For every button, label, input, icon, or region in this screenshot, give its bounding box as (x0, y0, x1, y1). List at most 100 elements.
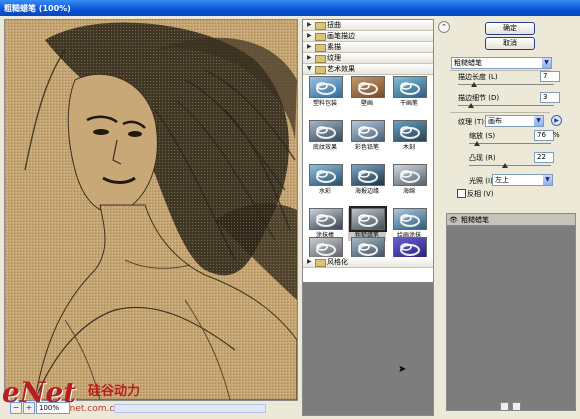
preview-horizontal-scrollbar[interactable] (114, 404, 266, 413)
preview-image (5, 20, 297, 400)
folder-icon (315, 55, 326, 63)
thumbnail-image (349, 206, 387, 232)
stroke-length-input[interactable]: 7 (540, 71, 560, 82)
chevron-down-icon: ▼ (534, 116, 543, 126)
thumbnail-preview-icon (316, 214, 336, 227)
thumbnail-image (393, 208, 427, 230)
stroke-detail-slider-thumb[interactable] (468, 103, 475, 108)
thumbnail-preview-icon (358, 214, 378, 227)
thumbnail-image (393, 120, 427, 142)
filter-thumbnail[interactable]: 塑料包装 (306, 76, 344, 109)
category-label: 素描 (327, 43, 341, 51)
eye-icon[interactable]: 👁 (449, 216, 458, 224)
thumbnail-label: 干画笔 (399, 100, 418, 107)
window-title: 粗糙蜡笔 (100%) (4, 4, 71, 13)
scaling-unit: % (553, 131, 560, 139)
relief-input[interactable]: 22 (534, 152, 554, 163)
new-effect-layer-icon[interactable] (500, 402, 509, 411)
stroke-length-label: 描边长度 (L) (458, 73, 498, 81)
texture-value: 画布 (488, 117, 502, 125)
filter-thumbnail[interactable]: 海绵 (390, 164, 428, 197)
filter-thumbnail[interactable]: 底纹效果 (306, 120, 344, 153)
thumbnail-image (393, 76, 427, 98)
effect-layer-row[interactable]: 👁 粗糙蜡笔 (447, 214, 575, 226)
folder-icon (315, 259, 326, 267)
scaling-slider-thumb[interactable] (474, 141, 481, 146)
light-value: 左上 (495, 176, 509, 184)
stroke-detail-input[interactable]: 3 (540, 92, 560, 103)
thumbnail-label: 彩色铅笔 (354, 144, 379, 151)
title-bar: 粗糙蜡笔 (100%) (0, 0, 580, 16)
thumbnail-image (351, 237, 385, 259)
divider (450, 70, 550, 71)
filter-thumbnail[interactable]: 木刻 (390, 120, 428, 153)
expand-arrow-icon: ▶ (307, 258, 312, 265)
delete-effect-layer-icon[interactable] (512, 402, 521, 411)
relief-slider-thumb[interactable] (502, 163, 509, 168)
collapse-gallery-icon[interactable]: ⌃ (438, 21, 450, 33)
invert-label: 反相 (V) (467, 190, 494, 198)
category-texture[interactable]: ▶ 纹理 (303, 53, 433, 64)
folder-open-icon (315, 66, 326, 74)
chevron-down-icon: ▼ (543, 175, 552, 185)
stroke-length-slider-thumb[interactable] (471, 82, 478, 87)
scaling-input[interactable]: 76 (534, 130, 554, 141)
scaling-slider[interactable] (469, 143, 551, 144)
thumbnail-image (309, 208, 343, 230)
category-sketch[interactable]: ▶ 素描 (303, 42, 433, 53)
invert-checkbox[interactable] (457, 189, 466, 198)
thumbnail-label: 水彩 (318, 188, 331, 195)
thumbnail-preview-icon (316, 243, 336, 256)
gallery-empty-area (303, 282, 433, 415)
folder-icon (315, 44, 326, 52)
thumbnail-label: 底纹效果 (312, 144, 337, 151)
thumbnail-preview-icon (316, 82, 336, 95)
category-label: 风格化 (327, 258, 348, 266)
filter-thumbnail[interactable]: 海报边缘 (348, 164, 386, 197)
divider (450, 112, 550, 113)
preview-zoom-bar: − + 100% (4, 401, 296, 415)
filter-type-value: 粗糙蜡笔 (454, 59, 482, 67)
zoom-in-button[interactable]: + (23, 402, 35, 414)
thumbnail-preview-icon (400, 214, 420, 227)
category-stylize[interactable]: ▶ 风格化 (303, 257, 433, 268)
enet-logo-chinese: 硅谷动力 (88, 384, 141, 399)
filter-thumbnail[interactable]: 干画笔 (390, 76, 428, 109)
layers-footer (446, 400, 574, 412)
texture-label: 纹理 (T): (458, 118, 487, 126)
texture-menu-icon[interactable]: ▶ (551, 115, 562, 126)
thumbnail-image (393, 237, 427, 259)
thumbnail-image (309, 237, 343, 259)
thumbnail-image (393, 164, 427, 186)
filter-thumbnail[interactable]: 水彩 (306, 164, 344, 197)
relief-slider[interactable] (469, 165, 551, 166)
category-distort[interactable]: ▶ 扭曲 (303, 20, 433, 31)
thumbnail-preview-icon (358, 126, 378, 139)
preview-canvas[interactable] (4, 19, 298, 401)
zoom-level-select[interactable]: 100% (36, 402, 70, 414)
effect-layer-name: 粗糙蜡笔 (461, 216, 489, 224)
category-label: 艺术效果 (327, 65, 355, 73)
thumbnail-preview-icon (358, 82, 378, 95)
category-artistic[interactable]: ▼ 艺术效果 (303, 64, 433, 75)
filter-thumbnail[interactable]: 壁画 (348, 76, 386, 109)
thumbnail-preview-icon (400, 243, 420, 256)
thumbnail-preview-icon (316, 126, 336, 139)
category-brush-strokes[interactable]: ▶ 画笔描边 (303, 31, 433, 42)
light-select[interactable]: 左上 ▼ (492, 174, 553, 186)
expand-arrow-icon: ▶ (307, 32, 312, 39)
cancel-button[interactable]: 取消 (485, 37, 535, 50)
zoom-out-button[interactable]: − (10, 402, 22, 414)
thumbnail-preview-icon (358, 243, 378, 256)
chevron-down-icon: ▼ (542, 58, 551, 68)
texture-select[interactable]: 画布 ▼ (485, 115, 544, 127)
filter-type-select[interactable]: 粗糙蜡笔 ▼ (451, 57, 552, 69)
scaling-label: 缩放 (S) (469, 132, 496, 140)
thumbnail-preview-icon (358, 170, 378, 183)
ok-button[interactable]: 确定 (485, 22, 535, 35)
stroke-detail-label: 描边细节 (D) (458, 94, 500, 102)
thumbnail-image (309, 76, 343, 98)
category-label: 画笔描边 (327, 32, 355, 40)
filter-thumbnail[interactable]: 彩色铅笔 (348, 120, 386, 153)
thumbnail-image (309, 164, 343, 186)
